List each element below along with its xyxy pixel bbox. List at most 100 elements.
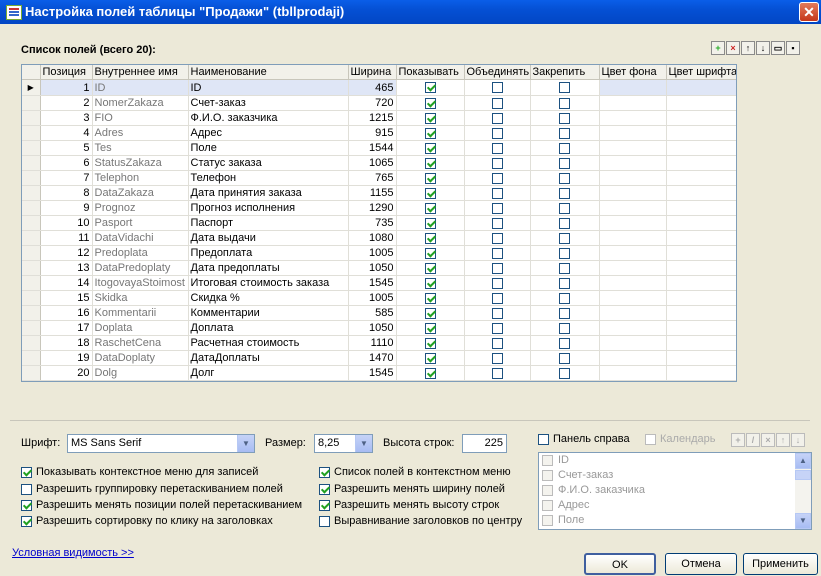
cell-bg-color[interactable] [599,230,667,246]
header-position[interactable]: Позиция [40,65,93,80]
cell-font-color[interactable] [666,260,736,276]
cell-width[interactable]: 1050 [348,260,397,276]
cell-show[interactable] [396,185,465,201]
cell-merge[interactable] [464,110,531,126]
cell-pin[interactable] [530,350,600,366]
pin-checkbox[interactable] [559,127,570,139]
cell-position[interactable]: 5 [40,140,93,156]
table-row[interactable]: 9 Prognoz Прогноз исполнения 1290 [22,200,736,216]
cell-position[interactable]: 14 [40,275,93,291]
align-center-checkbox[interactable] [319,515,330,527]
col-width-checkbox[interactable] [319,483,330,495]
right-list-scrollbar[interactable]: ▲ ▼ [795,453,811,529]
arrow-up-icon[interactable]: ↑ [741,41,755,55]
right-panel-option[interactable]: Панель справа [538,433,630,445]
cell-width[interactable]: 1215 [348,110,397,126]
cell-pin[interactable] [530,290,600,306]
cell-merge[interactable] [464,230,531,246]
save-icon[interactable]: ▪ [786,41,800,55]
arrow-down-icon[interactable]: ↓ [756,41,770,55]
right-panel-checkbox[interactable] [538,433,549,445]
merge-checkbox[interactable] [491,112,503,124]
merge-checkbox[interactable] [491,82,503,94]
cell-bg-color[interactable] [599,305,667,321]
scroll-down-icon[interactable]: ▼ [795,513,811,529]
show-checkbox[interactable] [424,292,436,304]
cell-name[interactable]: Паспорт [188,215,349,231]
cell-width[interactable]: 915 [348,125,397,141]
fields-grid[interactable]: Позиция Внутреннее имя Наименование Шири… [21,64,737,382]
cell-merge[interactable] [464,140,531,156]
merge-checkbox[interactable] [491,262,503,274]
cell-pin[interactable] [530,335,600,351]
table-row[interactable]: 14 ItogovayaStoimost Итоговая стоимость за… [22,275,736,291]
cell-name[interactable]: ID [188,79,349,96]
show-checkbox[interactable] [424,112,436,124]
table-row[interactable]: 18 RaschetCena Расчетная стоимость 1110 [22,335,736,351]
cell-bg-color[interactable] [599,140,667,156]
cell-bg-color[interactable] [599,290,667,306]
merge-checkbox[interactable] [491,142,503,154]
cell-width[interactable]: 1544 [348,140,397,156]
table-row[interactable]: 7 Telephon Телефон 765 [22,170,736,186]
cell-internal-name[interactable]: DataZakaza [92,185,189,201]
cell-position[interactable]: 20 [40,365,93,381]
cell-name[interactable]: Дата предоплаты [188,260,349,276]
header-name[interactable]: Наименование [188,65,349,80]
cell-bg-color[interactable] [599,320,667,336]
cell-pin[interactable] [530,275,600,291]
show-checkbox[interactable] [424,232,436,244]
cell-bg-color[interactable] [599,200,667,216]
cell-internal-name[interactable]: Kommentarii [92,305,189,321]
table-row[interactable]: 2 NomerZakaza Счет-заказ 720 [22,95,736,111]
cell-merge[interactable] [464,79,531,96]
folder-open-icon[interactable]: ▭ [771,41,785,55]
chevron-down-icon[interactable]: ▼ [237,435,254,452]
cell-internal-name[interactable]: NomerZakaza [92,95,189,111]
pin-checkbox[interactable] [559,82,570,94]
option-sort-click[interactable]: Разрешить сортировку по клику на заголов… [21,515,273,527]
cell-pin[interactable] [530,110,600,126]
cell-show[interactable] [396,275,465,291]
header-font-color[interactable]: Цвет шрифта [666,65,736,80]
delete-icon[interactable]: × [726,41,740,55]
cell-show[interactable] [396,140,465,156]
option-col-width[interactable]: Разрешить менять ширину полей [319,483,505,495]
show-checkbox[interactable] [424,352,436,364]
cell-position[interactable]: 3 [40,110,93,126]
cell-position[interactable]: 13 [40,260,93,276]
cell-font-color[interactable] [666,275,736,291]
cell-font-color[interactable] [666,230,736,246]
merge-checkbox[interactable] [491,277,503,289]
pin-checkbox[interactable] [559,307,570,319]
cell-show[interactable] [396,200,465,216]
cell-name[interactable]: ДатаДоплаты [188,350,349,366]
row-height-input[interactable]: 225 [462,434,507,453]
merge-checkbox[interactable] [491,187,503,199]
merge-checkbox[interactable] [491,292,503,304]
show-checkbox[interactable] [424,187,436,199]
cell-font-color[interactable] [666,350,736,366]
cell-name[interactable]: Дата выдачи [188,230,349,246]
show-checkbox[interactable] [424,337,436,349]
option-ctx-menu[interactable]: Показывать контекстное меню для записей [21,466,258,478]
font-select[interactable]: MS Sans Serif ▼ [67,434,255,453]
cell-font-color[interactable] [666,140,736,156]
pin-checkbox[interactable] [559,247,570,259]
option-row-height[interactable]: Разрешить менять высоту строк [319,499,499,511]
header-show[interactable]: Показывать [396,65,465,80]
show-checkbox[interactable] [424,307,436,319]
cell-name[interactable]: Скидка % [188,290,349,306]
cell-show[interactable] [396,245,465,261]
cell-font-color[interactable] [666,200,736,216]
ok-button[interactable]: OK [584,553,656,575]
cell-merge[interactable] [464,185,531,201]
cell-internal-name[interactable]: StatusZakaza [92,155,189,171]
cell-merge[interactable] [464,275,531,291]
cell-bg-color[interactable] [599,125,667,141]
cell-bg-color[interactable] [599,365,667,381]
cell-internal-name[interactable]: Tes [92,140,189,156]
add-icon[interactable]: + [711,41,725,55]
show-checkbox[interactable] [424,142,436,154]
pin-checkbox[interactable] [559,262,570,274]
